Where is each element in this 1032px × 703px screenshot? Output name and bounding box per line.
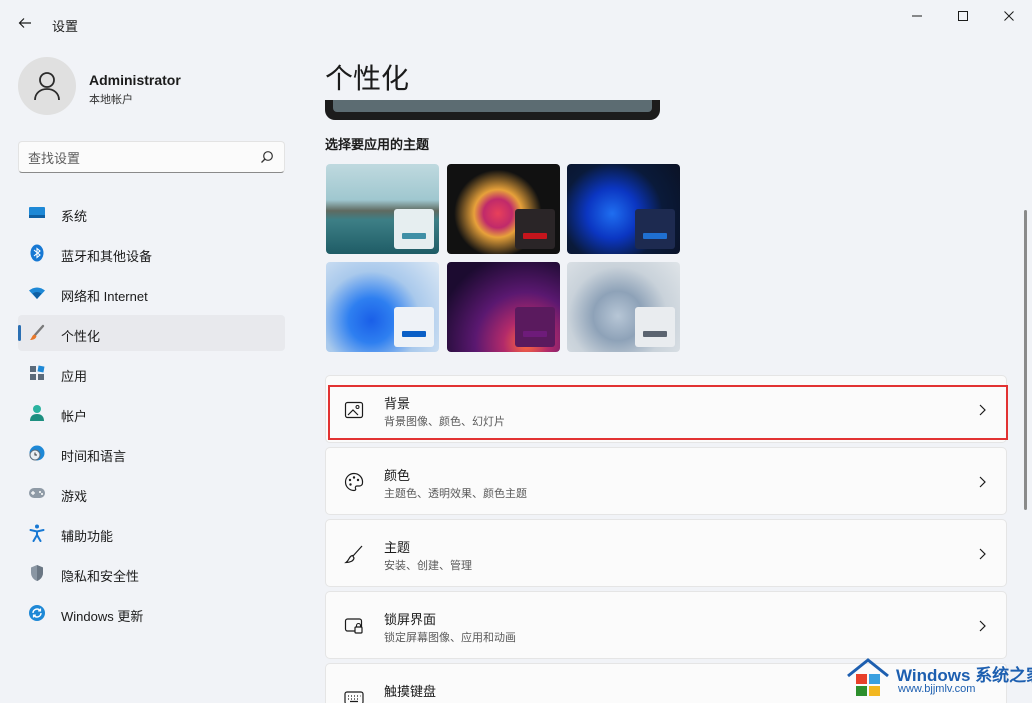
chevron-right-icon	[979, 476, 986, 488]
sidebar-item-label: 应用	[61, 369, 88, 384]
watermark-url: www.bjjmlv.com	[898, 683, 976, 695]
sidebar-item-label: 辅助功能	[61, 529, 114, 544]
theme-thumbnail-flow[interactable]	[567, 262, 680, 352]
wifi-icon	[28, 284, 46, 302]
gamepad-icon	[28, 484, 46, 502]
theme-thumbnail-windows-light[interactable]	[326, 262, 439, 352]
back-arrow-icon	[18, 18, 31, 28]
sidebar-item-label: 时间和语言	[61, 449, 127, 464]
sidebar-item-label: Windows 更新	[61, 609, 144, 624]
avatar	[18, 57, 76, 115]
theme-preview	[325, 100, 660, 120]
sidebar-item-accounts[interactable]: 帐户	[18, 395, 285, 431]
settings-window: 设置 Administrator 本地帐户 系统 蓝牙和其他设备	[0, 0, 1032, 703]
scrollbar[interactable]	[1024, 210, 1027, 510]
sidebar-item-network[interactable]: 网络和 Internet	[18, 275, 285, 311]
sidebar-item-accessibility[interactable]: 辅助功能	[18, 515, 285, 551]
sidebar-nav: 系统 蓝牙和其他设备 网络和 Internet 个性化 应用 帐户 时间和语言	[18, 195, 285, 635]
sidebar-item-personalization[interactable]: 个性化	[18, 315, 285, 351]
card-lock-screen[interactable]: 锁屏界面 锁定屏幕图像、应用和动画	[325, 591, 1007, 659]
theme-accent-swatch	[394, 307, 434, 347]
page-title: 个性化	[325, 63, 410, 94]
brush-icon	[28, 324, 46, 342]
theme-accent-swatch	[635, 307, 675, 347]
card-subtitle: 锁定屏幕图像、应用和动画	[384, 632, 516, 644]
card-themes[interactable]: 主题 安装、创建、管理	[325, 519, 1007, 587]
sidebar-item-bluetooth[interactable]: 蓝牙和其他设备	[18, 235, 285, 271]
card-colors[interactable]: 颜色 主题色、透明效果、颜色主题	[325, 447, 1007, 515]
keyboard-icon	[344, 691, 364, 703]
sidebar-item-label: 隐私和安全性	[61, 569, 140, 584]
theme-accent-swatch	[635, 209, 675, 249]
account-type: 本地帐户	[89, 94, 133, 106]
clock-globe-icon	[28, 444, 46, 462]
theme-thumbnail-windows-dark[interactable]	[567, 164, 680, 254]
chevron-right-icon	[979, 620, 986, 632]
sidebar-item-label: 个性化	[61, 329, 101, 344]
close-icon	[1004, 11, 1014, 21]
sidebar-item-label: 系统	[61, 209, 88, 224]
brush-icon	[344, 545, 363, 564]
system-icon	[28, 204, 46, 222]
sidebar-item-apps[interactable]: 应用	[18, 355, 285, 391]
app-title: 设置	[52, 19, 79, 34]
card-title: 颜色	[384, 468, 411, 483]
search-icon[interactable]	[260, 150, 274, 164]
chevron-right-icon	[979, 404, 986, 416]
card-title: 背景	[384, 396, 411, 411]
title-bar: 设置	[0, 0, 1032, 48]
theme-accent-swatch	[515, 307, 555, 347]
lockscreen-icon	[344, 618, 363, 634]
image-icon	[344, 401, 364, 419]
palette-icon	[344, 472, 364, 492]
card-subtitle: 安装、创建、管理	[384, 560, 472, 572]
card-subtitle: 主题色、透明效果、颜色主题	[384, 488, 527, 500]
sidebar-item-label: 网络和 Internet	[61, 289, 148, 304]
watermark: Windows 系统之家 www.bjjmlv.com	[838, 652, 1032, 703]
maximize-icon	[958, 11, 968, 21]
card-title: 主题	[384, 540, 411, 555]
theme-thumbnail-sunrise[interactable]	[447, 262, 560, 352]
close-button[interactable]	[986, 0, 1032, 32]
card-title: 锁屏界面	[384, 612, 437, 627]
accessibility-icon	[28, 524, 46, 542]
sidebar-item-system[interactable]: 系统	[18, 195, 285, 231]
user-name: Administrator	[89, 72, 181, 88]
card-subtitle: 背景图像、颜色、幻灯片	[384, 416, 505, 428]
sidebar-item-label: 帐户	[61, 409, 88, 424]
back-button[interactable]	[12, 10, 38, 36]
minimize-button[interactable]	[894, 0, 940, 32]
theme-grid	[326, 164, 680, 354]
apps-icon	[28, 364, 46, 382]
sidebar-item-gaming[interactable]: 游戏	[18, 475, 285, 511]
minimize-icon	[912, 15, 922, 17]
theme-accent-swatch	[515, 209, 555, 249]
theme-section-heading: 选择要应用的主题	[325, 137, 430, 152]
search-box[interactable]	[18, 141, 285, 173]
watermark-brand-cn: 系统之家	[975, 666, 1032, 685]
sidebar-item-time-language[interactable]: 时间和语言	[18, 435, 285, 471]
shield-icon	[28, 564, 46, 582]
theme-thumbnail-captured-motion[interactable]	[447, 164, 560, 254]
search-input[interactable]	[28, 148, 248, 168]
card-title: 触摸键盘	[384, 684, 437, 699]
theme-thumbnail-glow-lake[interactable]	[326, 164, 439, 254]
sidebar-item-label: 蓝牙和其他设备	[61, 249, 153, 264]
maximize-button[interactable]	[940, 0, 986, 32]
chevron-right-icon	[979, 548, 986, 560]
windows-house-logo-icon	[847, 658, 889, 696]
update-icon	[28, 604, 46, 622]
account-icon	[28, 404, 46, 422]
sidebar-item-windows-update[interactable]: Windows 更新	[18, 595, 285, 631]
theme-accent-swatch	[394, 209, 434, 249]
card-background[interactable]: 背景 背景图像、颜色、幻灯片	[325, 375, 1007, 443]
sidebar-item-label: 游戏	[61, 489, 88, 504]
user-icon	[34, 72, 60, 101]
sidebar-item-privacy[interactable]: 隐私和安全性	[18, 555, 285, 591]
bluetooth-icon	[28, 244, 46, 262]
